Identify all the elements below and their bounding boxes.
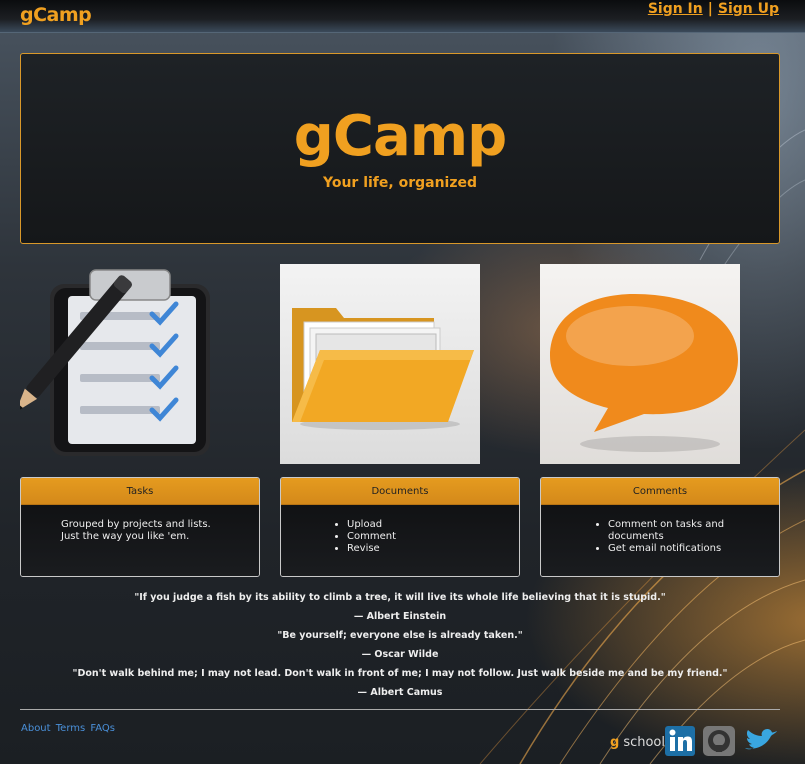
quote-author: — Albert Camus — [357, 687, 443, 698]
about-link[interactable]: About — [21, 723, 51, 734]
speech-bubble-icon — [540, 264, 740, 464]
documents-card-title: Documents — [281, 478, 519, 505]
school-logo-mark: g — [610, 735, 620, 750]
hero-banner: gCamp Your life, organized — [20, 53, 780, 244]
social-links — [665, 724, 781, 758]
comments-card-body: Comment on tasks and documents Get email… — [541, 505, 779, 576]
documents-card-body: Upload Comment Revise — [281, 505, 519, 576]
auth-links: Sign In | Sign Up — [648, 1, 779, 17]
tasks-card-title: Tasks — [21, 478, 259, 505]
faqs-link[interactable]: FAQs — [90, 723, 115, 734]
brand-logo-link[interactable]: gCamp — [20, 4, 92, 26]
comments-feature-list: Comment on tasks and documents Get email… — [541, 519, 779, 555]
github-icon[interactable] — [703, 726, 735, 756]
quote-author: — Albert Einstein — [353, 611, 447, 622]
comments-card: Comments Comment on tasks and documents … — [540, 477, 780, 577]
tasks-card-body: Grouped by projects and lists. Just the … — [21, 505, 259, 576]
folder-icon — [280, 264, 480, 464]
comments-card-title: Comments — [541, 478, 779, 505]
list-item: Comment on tasks and documents — [608, 519, 749, 543]
school-logo-text: school — [623, 735, 665, 750]
list-item: Get email notifications — [608, 543, 749, 555]
list-item: Revise — [347, 543, 519, 555]
quote-text: "Be yourself; everyone else is already t… — [277, 630, 523, 641]
hero-title: gCamp — [293, 104, 507, 169]
tasks-card: Tasks Grouped by projects and lists. Jus… — [20, 477, 260, 577]
documents-card: Documents Upload Comment Revise — [280, 477, 520, 577]
footer-divider — [20, 709, 780, 710]
school-logo[interactable]: g school — [610, 735, 665, 750]
quote-author: — Oscar Wilde — [361, 649, 439, 660]
quote-text: "If you judge a fish by its ability to c… — [134, 592, 666, 603]
hero-subtitle: Your life, organized — [322, 175, 477, 191]
footer-links: About Terms FAQs — [21, 723, 117, 734]
list-item: Comment — [347, 531, 519, 543]
auth-separator: | — [707, 1, 713, 17]
tasks-card-text: Grouped by projects and lists. Just the … — [61, 519, 211, 542]
quote-text: "Don't walk behind me; I may not lead. D… — [72, 668, 728, 679]
top-navbar: gCamp Sign In | Sign Up — [0, 0, 805, 33]
clipboard-checklist-icon — [15, 264, 220, 464]
sign-up-link[interactable]: Sign Up — [718, 1, 779, 17]
terms-link[interactable]: Terms — [56, 723, 85, 734]
quotes-section: "If you judge a fish by its ability to c… — [20, 591, 780, 705]
documents-feature-list: Upload Comment Revise — [281, 519, 519, 555]
list-item: Upload — [347, 519, 519, 531]
twitter-icon[interactable] — [745, 728, 777, 750]
linkedin-icon[interactable] — [665, 726, 695, 756]
sign-in-link[interactable]: Sign In — [648, 1, 703, 17]
